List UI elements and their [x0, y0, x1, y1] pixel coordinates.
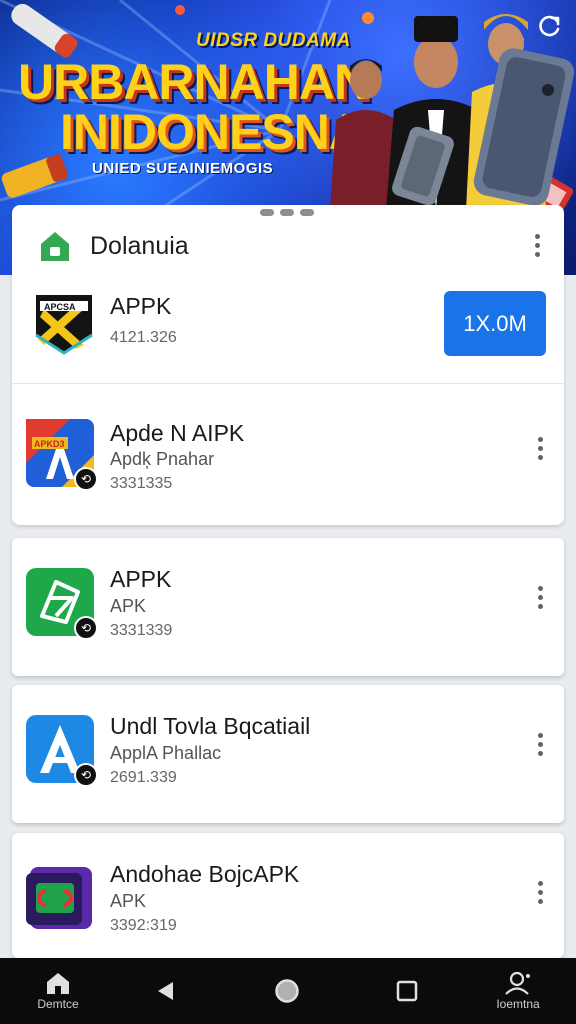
- app-subtitle: APK: [110, 891, 147, 911]
- recents-button[interactable]: [390, 958, 424, 1024]
- sheet-header: Dolanuia: [36, 227, 189, 265]
- app-subtitle: ApplA Phallac: [110, 743, 222, 763]
- app-subtitle: APK: [110, 596, 147, 616]
- app-more-options-icon[interactable]: [530, 582, 550, 612]
- home-circle-icon: [275, 979, 299, 1003]
- badge-icon: ⟲: [74, 616, 98, 640]
- nav-home-label: Demtce: [37, 997, 79, 1011]
- app-name: APPK: [110, 293, 172, 319]
- sheet-more-options-icon[interactable]: [527, 230, 547, 260]
- store-sheet: Dolanuia APCSA APPK 4121.326 1X.0M APKD3…: [12, 205, 564, 525]
- nav-home[interactable]: Demtce: [30, 958, 86, 1024]
- app-card[interactable]: ⟲ Undl Tovla Bqcatiail ApplA Phallac 269…: [12, 685, 564, 823]
- install-button[interactable]: 1X.0M: [444, 291, 546, 356]
- apk-x-icon[interactable]: APCSA: [30, 289, 98, 357]
- back-button[interactable]: [148, 958, 182, 1024]
- profile-icon: [505, 971, 530, 995]
- app-subtitle: Apdķ Pnahar: [110, 449, 215, 469]
- home-icon: [47, 973, 69, 994]
- app-name: Apde N AIPK: [110, 420, 245, 446]
- app-meta: 3331339: [110, 622, 173, 639]
- app-meta: 2691.339: [110, 769, 177, 786]
- home-button[interactable]: [270, 958, 304, 1024]
- system-navigation-bar: Demtce Ioemtna: [0, 958, 576, 1024]
- badge-icon: ⟲: [74, 763, 98, 787]
- store-house-icon: [41, 232, 69, 261]
- sheet-title: Dolanuia: [90, 231, 189, 260]
- app-meta: 3392:319: [110, 917, 177, 934]
- back-triangle-icon: [158, 982, 173, 1000]
- app-name: Undl Tovla Bqcatiail: [110, 713, 311, 739]
- app-meta: 3331335: [110, 475, 173, 492]
- banner-tagline: UNIED SUEAINIEMOGIS: [92, 160, 274, 177]
- app-more-options-icon[interactable]: [530, 729, 550, 759]
- divider: [12, 383, 564, 384]
- app-more-options-icon[interactable]: [530, 877, 550, 907]
- nav-profile-label: Ioemtna: [496, 997, 540, 1011]
- apk-green-icon[interactable]: ⟲: [26, 568, 98, 640]
- recents-square-icon: [396, 980, 418, 1002]
- apk-blue-yellow-icon[interactable]: APKD3 ⟲: [26, 419, 98, 491]
- svg-text:APKD3: APKD3: [34, 439, 65, 449]
- nav-profile[interactable]: Ioemtna: [486, 958, 550, 1024]
- sheet-drag-handle[interactable]: [260, 209, 314, 216]
- app-name: Andohae BojcAPK: [110, 861, 300, 887]
- refresh-icon[interactable]: [534, 10, 566, 42]
- apk-purple-icon[interactable]: [26, 863, 94, 931]
- app-card[interactable]: ⟲ APPK APK 3331339: [12, 538, 564, 676]
- app-meta: 4121.326: [110, 329, 177, 346]
- app-name: APPK: [110, 566, 172, 592]
- badge-icon: ⟲: [74, 467, 98, 491]
- app-card[interactable]: Andohae BojcAPK APK 3392:319: [12, 833, 564, 958]
- apk-a-icon[interactable]: ⟲: [26, 715, 98, 787]
- app-more-options-icon[interactable]: [530, 433, 550, 463]
- svg-text:APCSA: APCSA: [44, 302, 76, 312]
